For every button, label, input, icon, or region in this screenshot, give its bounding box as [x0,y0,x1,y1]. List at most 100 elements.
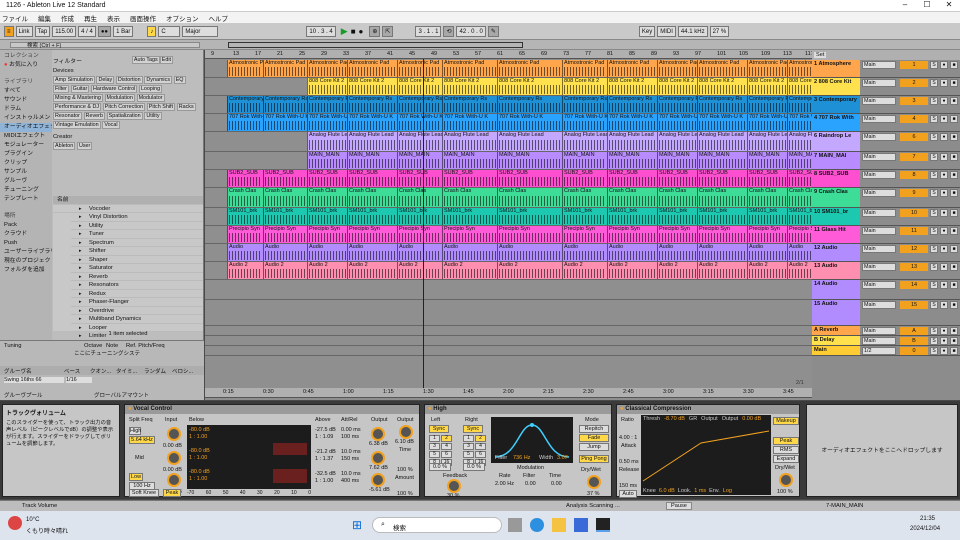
clip[interactable]: Crash Clas [263,188,307,207]
list-item[interactable]: ▸ Shifter [71,247,203,256]
clip[interactable]: Crash Clas [397,188,442,207]
track-activator[interactable]: 9 [900,189,928,197]
list-item[interactable]: ▸ Spectrum [71,239,203,247]
solo-button[interactable]: S [930,337,938,345]
vocal-control-title[interactable]: ● Vocal Control [125,405,419,414]
rate-value[interactable]: 2.00 Hz [495,481,514,487]
mute-button[interactable]: ■ [950,61,958,69]
clip[interactable]: SM101_brk [607,208,657,225]
groove-name[interactable]: Swing 16ths 66 [4,376,64,383]
track-name[interactable]: 4 707 Rok With [812,114,860,131]
menu-navigate[interactable]: 画面操作 [128,13,156,23]
delay-step-button[interactable]: 5 [429,451,440,458]
track-lane[interactable]: MAIN_MAIN MAIN_MAIN MAIN_MAIN MAIN_MAIN MAIN… [205,152,860,170]
sidebar-item-sounds[interactable]: サウンド [0,96,52,105]
clip[interactable]: MAIN_MAIN [307,152,347,169]
arm-button[interactable]: ● [940,115,948,123]
tag-ableton[interactable]: Ableton [53,142,76,150]
track-activator[interactable]: 12 [900,245,928,253]
solo-button[interactable]: S [930,347,938,355]
track-lane[interactable] [205,300,860,326]
list-item[interactable]: ▸ Vinyl Distortion [71,213,203,222]
sidebar-item-favorites[interactable]: ● お気に入り [0,61,52,70]
solo-button[interactable]: S [930,245,938,253]
clip[interactable]: Crash Clas [697,188,747,207]
vocal-control-device[interactable]: ● Vocal Control Split Freq Input Below A… [124,404,420,497]
track-activator[interactable]: 10 [900,209,928,217]
clip[interactable]: MAIN_MAIN [347,152,397,169]
auto-tags-button[interactable]: Auto Tags [131,56,160,64]
clip[interactable]: Atmostronic Pad [697,60,747,77]
clip[interactable]: 808 Core Kit 2 [307,78,347,95]
menu-view[interactable]: 表示 [105,13,120,23]
clip[interactable]: 808 Core Kit 2 [607,78,657,95]
clip[interactable]: MAIN_MAIN [657,152,697,169]
tag-looping[interactable]: Looping [138,85,163,93]
clip[interactable]: 808 Core Kit 2 [497,78,562,95]
delay-step-button[interactable]: 4 [441,443,452,450]
clip[interactable]: Contemporary Rs [697,96,747,113]
clip[interactable]: Analog Flute Lead [497,132,562,151]
track-name[interactable]: 1 Atmosphere [812,60,860,77]
clip[interactable]: 808 Core Kit 2 [697,78,747,95]
link-button[interactable]: Link [15,25,33,37]
arm-button[interactable]: ● [940,171,948,179]
track-activator[interactable]: 4 [900,115,928,123]
clip[interactable]: SUB2_SUB [607,170,657,187]
solo-button[interactable]: S [930,79,938,87]
expand-arrow-icon[interactable]: ▸ [79,247,82,256]
clip[interactable]: Atmostronic Pad [747,60,787,77]
minimize-button[interactable]: – [894,0,916,12]
track-lane[interactable]: SM101_brk SM101_brk SM101_brk SM101_brk SM10… [205,208,860,226]
comp-drywet-knob[interactable] [779,473,793,487]
track-header[interactable]: 3 Contemporary Main 3 S ● ■ [812,96,960,114]
clip[interactable]: SUB2_SUB [307,170,347,187]
clip[interactable]: SUB2_SUB [497,170,562,187]
delay-step-button[interactable]: 4 [475,443,486,450]
track-lane[interactable]: Analog Flute LeadAnalog Flute LeadAnalog… [205,132,860,152]
track-activator[interactable]: B [900,337,928,345]
tag-guitar[interactable]: Guitar [70,85,90,93]
delay-title[interactable]: ● High [425,405,611,414]
maximize-button[interactable]: ☐ [916,0,938,12]
tag-distortion[interactable]: Distortion [115,76,143,84]
auto-release-button[interactable]: Auto [619,490,637,498]
clip[interactable]: Atmostronic Pad [307,60,347,77]
tap-button[interactable]: Tap [34,25,51,37]
clip[interactable]: Atmostronic Pad [657,60,697,77]
output-routing[interactable]: Main [862,301,896,309]
arm-button[interactable]: ● [940,133,948,141]
track-name[interactable]: 10 SM101_br [812,208,860,225]
clip[interactable]: Atmostronic Pad [442,60,497,77]
track-activator[interactable]: 13 [900,263,928,271]
track-activator[interactable]: 6 [900,133,928,141]
mute-button[interactable]: ■ [950,281,958,289]
ableton-taskbar-icon[interactable] [596,518,610,532]
list-item[interactable]: ▸ Phaser-Flanger [71,298,203,307]
repitch-button[interactable]: Repitch [579,425,609,433]
mute-button[interactable]: ■ [950,227,958,235]
clip[interactable]: Contemporary Rs [347,96,397,113]
clip[interactable]: Contemporary Rs [442,96,497,113]
list-item[interactable]: ▸ Redux [71,290,203,298]
delay-drywet-knob[interactable] [587,475,601,489]
clip[interactable]: Audio 2 [697,262,747,279]
clip[interactable]: Crash Clas [347,188,397,207]
explorer-icon[interactable] [552,518,566,532]
sidebar-item-audio-effects[interactable]: オーディオエフェクト [0,123,52,132]
tag-pitch-shift[interactable]: Pitch Shift [146,103,176,111]
list-item[interactable]: ▸ Resonators [71,281,203,290]
list-item[interactable]: ▸ Saturator [71,264,203,273]
output-routing[interactable]: Main [862,337,896,345]
track-header[interactable]: 9 Crash Clas Main 9 S ● ■ [812,188,960,208]
list-item[interactable]: ▸ Tuner [71,230,203,239]
clip[interactable]: Precipio Syn [607,226,657,243]
sidebar-item-clips[interactable]: クリップ [0,159,52,168]
clip[interactable]: MAIN_MAIN [747,152,787,169]
sidebar-item-grooves[interactable]: グルーヴ [0,177,52,186]
browser-toggle-icon[interactable]: ≡ [4,25,14,37]
tag-vocal[interactable]: Vocal [102,121,120,129]
track-activator[interactable]: 15 [900,301,928,309]
clip[interactable]: 707 Rok With-U K [562,114,607,131]
clip[interactable]: Audio [607,244,657,261]
